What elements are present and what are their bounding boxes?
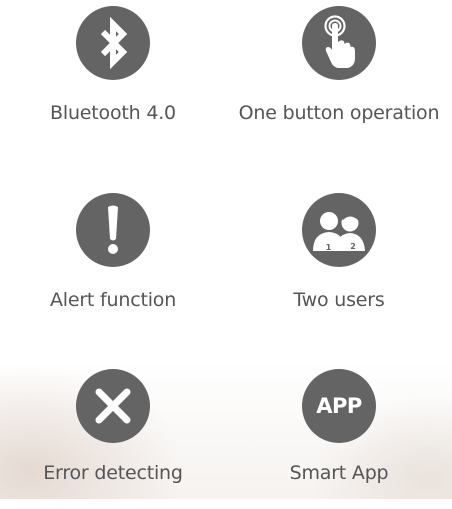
- exclamation-icon: [76, 193, 150, 267]
- app-icon-text: APP: [316, 394, 362, 418]
- feature-two-users: 1 2 Two users: [226, 193, 452, 333]
- feature-label: Two users: [293, 289, 385, 311]
- feature-label: Bluetooth 4.0: [50, 102, 176, 124]
- feature-label: Alert function: [49, 289, 177, 311]
- feature-alert: Alert function: [0, 193, 226, 333]
- feature-smart-app: APP Smart App: [226, 369, 452, 509]
- svg-text:2: 2: [350, 242, 356, 251]
- feature-bluetooth: Bluetooth 4.0: [0, 6, 226, 146]
- bluetooth-icon: [76, 6, 150, 80]
- app-icon: APP: [302, 369, 376, 443]
- two-users-icon: 1 2: [302, 193, 376, 267]
- svg-text:1: 1: [326, 243, 332, 252]
- close-x-icon: [76, 369, 150, 443]
- feature-label: Smart App: [289, 462, 389, 484]
- feature-label: Error detecting: [43, 462, 183, 484]
- feature-label: One button operation: [238, 102, 440, 124]
- finger-press-icon: [302, 6, 376, 80]
- feature-one-button: One button operation: [226, 6, 452, 146]
- feature-error-detecting: Error detecting: [0, 369, 226, 509]
